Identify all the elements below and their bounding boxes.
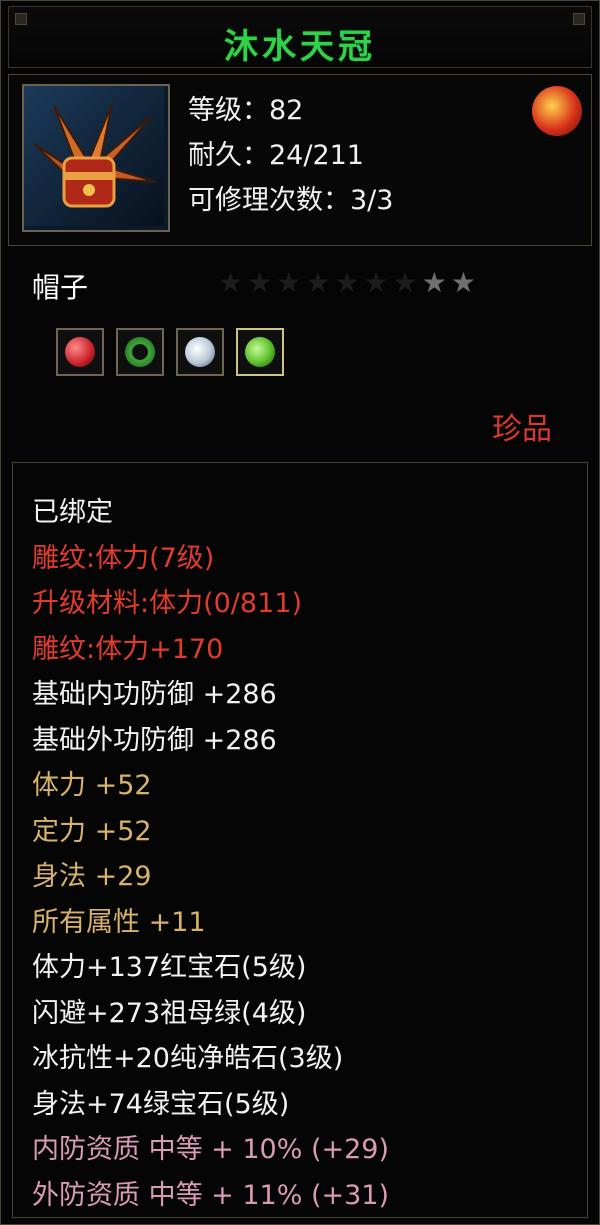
gem-slot[interactable]: [176, 328, 224, 376]
star-empty-icon: ★: [392, 266, 422, 299]
hat-crown-icon: [24, 86, 164, 226]
star-empty-icon: ★: [276, 266, 306, 299]
gem-bonus-2: 闪避+273祖母绿(4级): [32, 997, 307, 1029]
item-name: 沐水天冠: [224, 27, 376, 67]
base-inner-defense: 基础内功防御 +286: [32, 679, 277, 710]
repair-count-text: 可修理次数：3/3: [188, 185, 394, 216]
item-stats: 等级：82 耐久：24/211 可修理次数：3/3: [188, 88, 393, 223]
gem-slots: [56, 328, 284, 376]
star-filled-icon: ★: [421, 266, 451, 299]
star-empty-icon: ★: [247, 266, 277, 299]
gem-bonus-3: 冰抗性+20纯净皓石(3级): [32, 1043, 344, 1074]
upgrade-material-line: 升级材料:体力(0/811): [32, 588, 302, 619]
inner-defense-quality: 内防资质 中等 + 10% (+29): [32, 1134, 390, 1165]
engrave-line: 雕纹:体力(7级): [32, 542, 215, 574]
fire-orb-icon: [532, 86, 582, 136]
item-type: 帽子: [32, 271, 89, 304]
gem-bonus-4: 身法+74绿宝石(5级): [32, 1088, 290, 1120]
star-empty-icon: ★: [218, 266, 248, 299]
title-bar: 沐水天冠: [8, 6, 592, 68]
bound-status: 已绑定: [32, 497, 113, 528]
agility-stat: 身法 +29: [32, 861, 152, 892]
item-icon-frame[interactable]: [22, 84, 170, 232]
outer-defense-quality: 外防资质 中等 + 11% (+31): [32, 1179, 390, 1211]
all-attributes-stat: 所有属性 +11: [32, 906, 206, 938]
durability-text: 耐久：24/211: [188, 140, 364, 171]
item-quality: 珍品: [492, 412, 552, 447]
stamina-stat: 体力 +52: [32, 770, 152, 801]
engrave-bonus-line: 雕纹:体力+170: [32, 633, 224, 665]
star-empty-icon: ★: [363, 266, 393, 299]
focus-stat: 定力 +52: [32, 815, 152, 847]
ruby-gem-icon: [65, 337, 95, 367]
attribute-list: 已绑定 雕纹:体力(7级) 升级材料:体力(0/811) 雕纹:体力+170 基…: [32, 490, 389, 1218]
gem-bonus-1: 体力+137红宝石(5级): [32, 952, 307, 983]
star-filled-icon: ★: [450, 266, 480, 299]
star-empty-icon: ★: [305, 266, 335, 299]
level-text: 等级：82: [188, 95, 304, 126]
diamond-gem-icon: [185, 337, 215, 367]
emerald-gem-icon: [245, 337, 275, 367]
star-rating: ★★★★★★★★★: [218, 266, 480, 299]
star-empty-icon: ★: [334, 266, 364, 299]
gem-slot[interactable]: [56, 328, 104, 376]
gem-slot[interactable]: [116, 328, 164, 376]
jade-ring-icon: [125, 337, 155, 367]
base-outer-defense: 基础外功防御 +286: [32, 724, 277, 756]
gem-slot[interactable]: [236, 328, 284, 376]
